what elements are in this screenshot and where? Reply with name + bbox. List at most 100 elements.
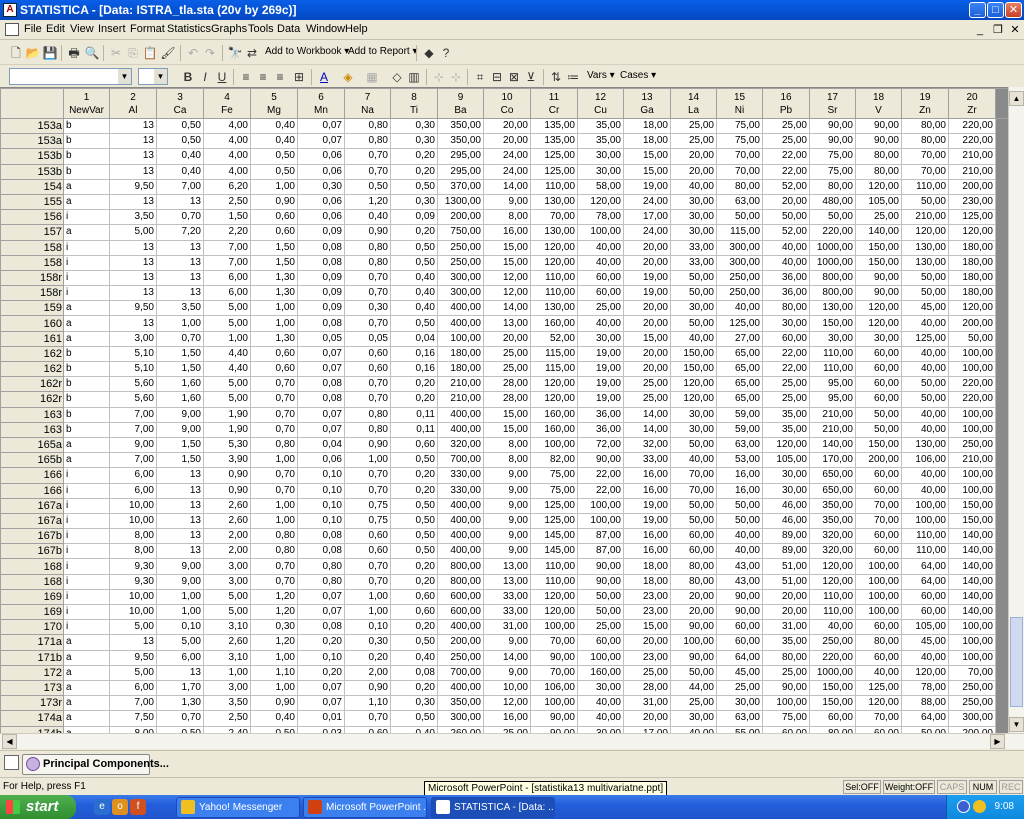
data-cell[interactable]: a [63, 695, 110, 712]
data-cell[interactable]: 13 [109, 163, 157, 180]
data-cell[interactable]: 46,00 [762, 497, 810, 514]
replace-icon[interactable]: ⇄ [244, 45, 260, 61]
open-icon[interactable]: 📂 [25, 45, 41, 61]
cases-menu-button[interactable]: Cases ▾ [620, 70, 656, 81]
data-cell[interactable]: 100,00 [948, 619, 996, 636]
data-cell[interactable]: i [63, 239, 110, 256]
data-cell[interactable]: 0,80 [297, 558, 345, 575]
data-cell[interactable]: 9,00 [483, 193, 531, 211]
data-cell[interactable]: 0,10 [297, 649, 345, 666]
data-cell[interactable]: 180,00 [948, 239, 996, 256]
data-cell[interactable]: a [63, 679, 110, 697]
data-cell[interactable]: 3,50 [156, 300, 204, 317]
data-cell[interactable]: 0,10 [297, 482, 345, 499]
data-cell[interactable]: 150,00 [855, 436, 902, 454]
data-cell[interactable]: 59,00 [716, 421, 763, 438]
data-cell[interactable]: 80,00 [901, 117, 949, 135]
data-cell[interactable]: i [63, 619, 110, 636]
data-cell[interactable]: 0,70 [250, 558, 298, 575]
data-cell[interactable]: 40,00 [762, 239, 810, 256]
data-cell[interactable]: 3,00 [203, 573, 251, 590]
data-cell[interactable]: 89,00 [762, 543, 810, 560]
data-cell[interactable]: 250,00 [948, 436, 996, 454]
case-name-cell[interactable]: 158r [0, 285, 64, 302]
data-cell[interactable]: 100,00 [948, 467, 996, 484]
data-cell[interactable]: 0,50 [390, 634, 438, 651]
data-cell[interactable]: 100,00 [577, 649, 624, 666]
data-cell[interactable]: 60,00 [809, 710, 856, 727]
data-cell[interactable]: 1,30 [250, 285, 298, 302]
data-cell[interactable]: 0,60 [390, 588, 438, 606]
data-cell[interactable]: 100,00 [948, 634, 996, 651]
case-name-cell[interactable]: 166 [0, 482, 64, 499]
data-cell[interactable]: 0,80 [297, 573, 345, 590]
data-cell[interactable]: i [63, 558, 110, 575]
data-cell[interactable]: 28,00 [623, 679, 671, 697]
data-cell[interactable]: 70,00 [716, 148, 763, 165]
data-cell[interactable]: 5,60 [109, 376, 157, 393]
data-cell[interactable]: 0,90 [344, 224, 391, 241]
data-cell[interactable]: 9,00 [483, 528, 531, 545]
data-cell[interactable]: 30,00 [762, 482, 810, 499]
task-yahoo-messenger[interactable]: Yahoo! Messenger [176, 797, 300, 818]
data-cell[interactable]: 120,00 [855, 695, 902, 712]
data-cell[interactable]: 400,00 [437, 421, 484, 438]
data-cell[interactable]: 0,40 [344, 209, 391, 226]
data-cell[interactable]: 40,00 [901, 315, 949, 332]
data-cell[interactable]: 200,00 [437, 634, 484, 651]
data-cell[interactable]: 22,00 [577, 482, 624, 499]
data-cell[interactable]: 25,00 [716, 679, 763, 697]
data-cell[interactable]: 9,00 [156, 406, 204, 423]
start-button[interactable]: start [0, 795, 76, 819]
data-cell[interactable]: 30,00 [716, 695, 763, 712]
cut-icon[interactable]: ✂ [108, 45, 124, 61]
data-cell[interactable]: 15,00 [623, 163, 671, 180]
data-cell[interactable]: 0,75 [344, 497, 391, 514]
data-cell[interactable]: 25,00 [670, 117, 717, 135]
data-cell[interactable]: 120,00 [901, 664, 949, 681]
data-cell[interactable]: 125,00 [716, 315, 763, 332]
data-cell[interactable]: 50,00 [901, 391, 949, 408]
data-cell[interactable]: 13 [156, 664, 204, 681]
status-sel[interactable]: Sel:OFF [843, 780, 881, 794]
data-cell[interactable]: 250,00 [437, 254, 484, 271]
data-cell[interactable]: 0,20 [390, 558, 438, 575]
data-cell[interactable]: 700,00 [437, 664, 484, 681]
data-cell[interactable]: 8,00 [483, 452, 531, 469]
data-cell[interactable]: 90,00 [855, 117, 902, 135]
data-cell[interactable]: 220,00 [948, 133, 996, 150]
data-cell[interactable]: 1,00 [250, 300, 298, 317]
data-cell[interactable]: 13 [156, 269, 204, 287]
data-cell[interactable]: 40,00 [670, 330, 717, 347]
data-cell[interactable]: 0,09 [390, 209, 438, 226]
data-cell[interactable]: 140,00 [809, 436, 856, 454]
data-cell[interactable]: 200,00 [948, 178, 996, 195]
data-cell[interactable]: 110,00 [901, 528, 949, 545]
data-cell[interactable]: 0,80 [344, 239, 391, 256]
data-cell[interactable]: 0,70 [156, 710, 204, 727]
data-cell[interactable]: 17,00 [623, 725, 671, 733]
data-cell[interactable]: 31,00 [483, 619, 531, 636]
data-cell[interactable]: 80,00 [809, 725, 856, 733]
data-cell[interactable]: 2,60 [203, 634, 251, 651]
data-cell[interactable]: 0,50 [390, 543, 438, 560]
data-cell[interactable]: 13 [156, 528, 204, 545]
data-cell[interactable]: 9,50 [109, 649, 157, 666]
data-cell[interactable]: 0,60 [344, 725, 391, 733]
data-cell[interactable]: 60,00 [855, 360, 902, 378]
data-cell[interactable]: 1300,00 [437, 193, 484, 211]
column-header[interactable]: 12 Cu [577, 88, 624, 119]
data-cell[interactable]: 13 [109, 285, 157, 302]
data-cell[interactable]: 120,00 [901, 224, 949, 241]
data-cell[interactable]: 1,00 [203, 330, 251, 347]
data-cell[interactable]: 80,00 [670, 558, 717, 575]
data-cell[interactable]: 350,00 [809, 512, 856, 530]
data-cell[interactable]: 30,00 [577, 163, 624, 180]
data-cell[interactable]: 0,50 [390, 452, 438, 469]
data-cell[interactable]: 53,00 [716, 452, 763, 469]
align-left-icon[interactable]: ≡ [238, 69, 254, 85]
data-cell[interactable]: 13 [109, 148, 157, 165]
paste-icon[interactable]: 📋 [142, 45, 158, 61]
data-cell[interactable]: 170,00 [809, 452, 856, 469]
data-cell[interactable]: 180,00 [437, 345, 484, 363]
